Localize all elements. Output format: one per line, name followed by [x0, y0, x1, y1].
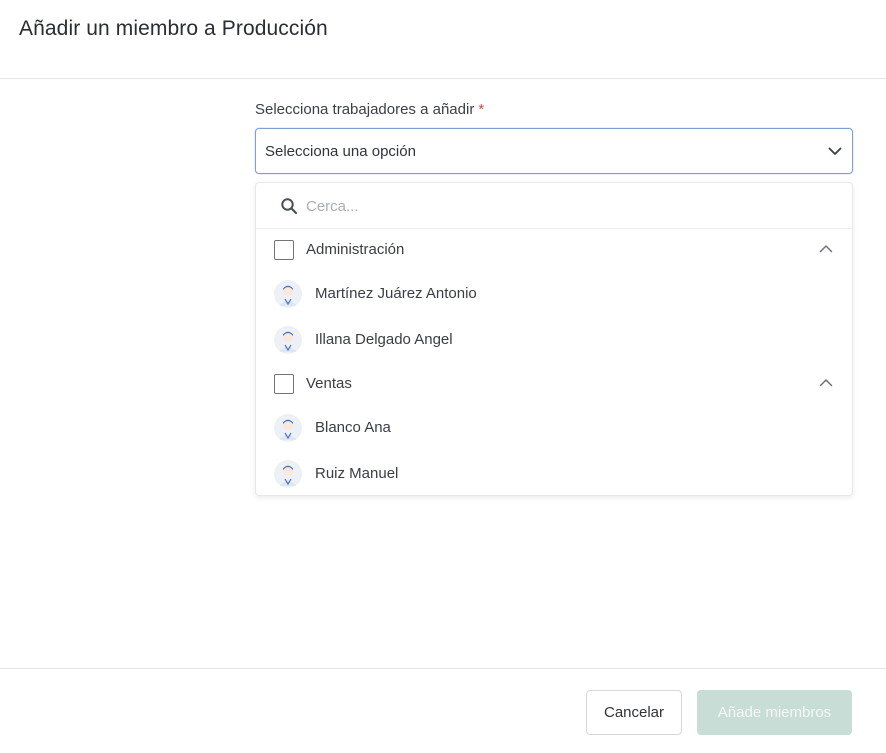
workers-field-label-text: Selecciona trabajadores a añadir [255, 101, 475, 118]
member-name: Blanco Ana [315, 419, 391, 436]
group-row-administracion[interactable]: Administración [256, 230, 852, 270]
member-name: Ruiz Manuel [315, 465, 399, 482]
user-avatar-icon [274, 414, 302, 442]
group-checkbox-ventas[interactable] [274, 374, 294, 394]
user-avatar-icon [274, 326, 302, 354]
dropdown-search-input[interactable] [306, 194, 826, 218]
workers-dropdown: Administración Martínez Juárez Antonio I… [255, 182, 853, 496]
footer-divider [0, 668, 886, 669]
cancel-button[interactable]: Cancelar [586, 690, 682, 735]
member-name: Martínez Juárez Antonio [315, 285, 477, 302]
chevron-down-icon [826, 142, 844, 160]
modal-title: Añadir un miembro a Producción [19, 17, 328, 40]
user-avatar-icon [274, 460, 302, 488]
search-icon [280, 197, 298, 215]
group-row-ventas[interactable]: Ventas [256, 364, 852, 404]
group-label-administracion: Administración [306, 241, 405, 258]
member-row[interactable]: Martínez Juárez Antonio [256, 272, 852, 316]
member-row[interactable]: Illana Delgado Angel [256, 318, 852, 362]
add-members-button[interactable]: Añade miembros [697, 690, 852, 735]
chevron-up-icon[interactable] [818, 375, 834, 391]
group-label-ventas: Ventas [306, 375, 352, 392]
member-row[interactable]: Ruiz Manuel [256, 452, 852, 496]
user-avatar-icon [274, 280, 302, 308]
required-marker: * [478, 101, 485, 118]
workers-field-label: Selecciona trabajadores a añadir * [255, 101, 484, 118]
workers-select-value: Selecciona una opción [265, 143, 416, 160]
chevron-up-icon[interactable] [818, 241, 834, 257]
dropdown-search [256, 183, 852, 229]
group-checkbox-administracion[interactable] [274, 240, 294, 260]
member-row[interactable]: Blanco Ana [256, 406, 852, 450]
header-divider [0, 78, 886, 79]
member-name: Illana Delgado Angel [315, 331, 453, 348]
workers-select[interactable]: Selecciona una opción [255, 128, 853, 174]
